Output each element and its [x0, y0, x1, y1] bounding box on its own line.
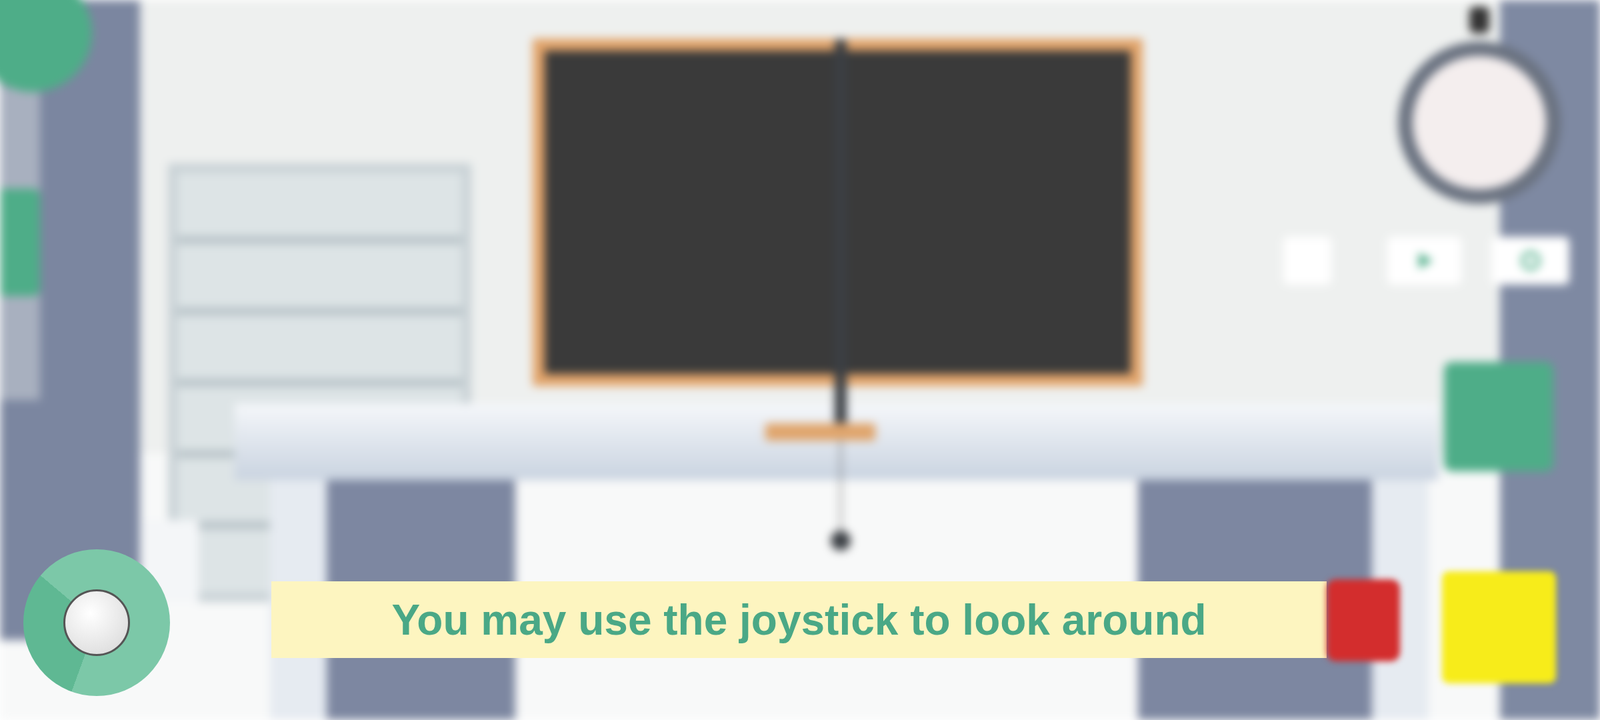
shelf-board — [177, 378, 462, 387]
table-leg — [1372, 466, 1429, 720]
stand-rod — [834, 38, 847, 429]
tool-button[interactable] — [1283, 236, 1332, 285]
shelf-board — [177, 307, 462, 316]
stand-base — [765, 423, 876, 441]
joystick-knob[interactable] — [63, 589, 130, 656]
document-button[interactable] — [1442, 571, 1556, 684]
hud: You may use the joystick to look around — [0, 0, 1600, 720]
hint-text: You may use the joystick to look around — [391, 595, 1206, 645]
control-panel[interactable] — [1444, 362, 1554, 472]
hint-banner: You may use the joystick to look around — [271, 581, 1327, 658]
pendulum-bob[interactable] — [830, 530, 851, 551]
pendulum-string — [840, 440, 842, 534]
lab-screen: You may use the joystick to look around — [0, 0, 1600, 720]
joystick[interactable] — [23, 549, 170, 696]
play-button[interactable] — [1387, 236, 1462, 285]
table-cabinet — [1138, 480, 1372, 720]
reset-button[interactable] — [1491, 236, 1570, 285]
table-leg — [270, 466, 327, 720]
table-cabinet — [326, 480, 516, 720]
play-icon — [1414, 250, 1435, 271]
stopwatch[interactable] — [1398, 41, 1561, 204]
reset-icon — [1519, 249, 1542, 272]
lab-scene — [0, 0, 1600, 720]
side-tab[interactable] — [0, 188, 40, 296]
stopwatch-crown[interactable] — [1469, 6, 1490, 34]
alert-button[interactable] — [1326, 579, 1400, 662]
shelf-board — [177, 236, 462, 244]
